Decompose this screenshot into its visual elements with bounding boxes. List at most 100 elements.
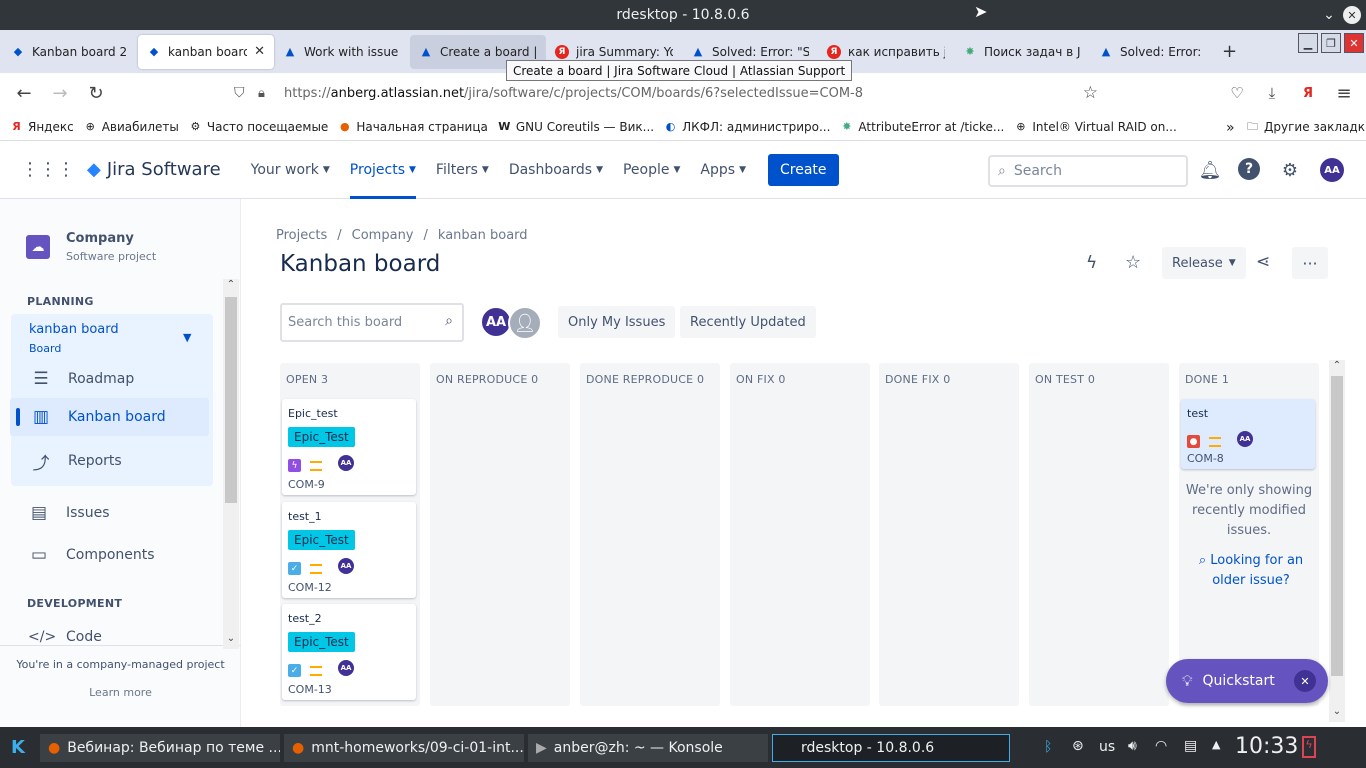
hamburger-menu-icon[interactable]: ≡ (1332, 81, 1356, 105)
breadcrumb-board[interactable]: kanban board (438, 228, 528, 243)
breadcrumb-projects[interactable]: Projects (276, 228, 327, 243)
minimize-icon[interactable]: ▁ (1298, 33, 1318, 53)
browser-tab-active[interactable]: ◆ kanban board ✕ (138, 34, 274, 69)
profile-avatar[interactable]: AA (1320, 158, 1344, 182)
quickstart-button[interactable]: 💡︎ Quickstart ✕ (1166, 659, 1328, 703)
chevron-down-icon: ▼ (596, 164, 603, 175)
bluetooth-icon[interactable]: ᛒ (1044, 739, 1052, 755)
sidebar-item-roadmap[interactable]: ☰ Roadmap (10, 360, 209, 398)
clipboard-icon[interactable]: ▤ (1184, 738, 1197, 754)
other-bookmarks[interactable]: 🗀︎ Другие закладки (1246, 120, 1366, 135)
bookmark[interactable]: ◐ ЛКФЛ: администриро... (664, 120, 831, 134)
bookmark[interactable]: W GNU Coreutils — Вик... (498, 120, 654, 134)
keyboard-layout[interactable]: us (1099, 739, 1115, 755)
sidebar-item-reports[interactable]: ⤴ Reports (10, 442, 209, 480)
board-search-input[interactable]: Search this board ⌕ (280, 303, 464, 342)
chevron-down-icon[interactable]: ⌄ (1319, 5, 1339, 25)
bookmark[interactable]: ⊕ Intel® Virtual RAID on... (1014, 120, 1177, 134)
taskbar-item[interactable]: ● mnt-homeworks/09-ci-01-int... (284, 733, 524, 762)
release-button[interactable]: Release ▼ (1162, 247, 1246, 279)
app-switcher-icon[interactable]: ⋮⋮⋮ (21, 159, 75, 180)
browser-tab[interactable]: ✸ Поиск задач в JIF (954, 35, 1090, 69)
bookmark[interactable]: ⊕ Авиабилеты (84, 120, 179, 134)
chevron-down-icon[interactable]: ⌄ (1329, 706, 1345, 717)
browser-tab[interactable]: ▲Work with issue w (274, 35, 410, 69)
share-icon[interactable]: ⋖ (1256, 252, 1270, 272)
sidebar-item-components[interactable]: ▭ Components (0, 536, 199, 574)
chevron-up-icon[interactable]: ⌃ (223, 279, 239, 290)
taskbar-item[interactable]: ● Вебинар: Вебинар по теме ... (40, 733, 280, 762)
settings-gear-icon[interactable]: ⚙ (1278, 158, 1302, 182)
sidebar-scrollbar[interactable]: ⌃ ⌄ (223, 279, 239, 649)
board-switcher[interactable]: kanban board (29, 322, 119, 337)
kde-launcher-icon[interactable]: K (0, 737, 36, 758)
close-window-icon[interactable]: ✕ (1344, 33, 1364, 53)
recently-updated-filter[interactable]: Recently Updated (680, 306, 816, 338)
breadcrumb-company[interactable]: Company (352, 228, 414, 243)
reload-icon[interactable]: ↻ (84, 81, 108, 105)
taskbar-item[interactable]: ▶ anber@zh: ~ — Konsole (528, 733, 768, 762)
sidebar-item-code[interactable]: </> Code (0, 618, 199, 656)
older-issue-link[interactable]: ⌕ Looking for an older issue? (1183, 551, 1319, 591)
sidebar-item-issues[interactable]: ▤ Issues (0, 494, 199, 532)
notifications-icon[interactable]: 🔔︎ (1198, 158, 1222, 182)
scrollbar-thumb[interactable] (225, 297, 237, 503)
bookmark[interactable]: ✸ AttributeError at /ticke... (840, 120, 1004, 134)
new-tab-button[interactable]: + (1222, 41, 1237, 62)
updates-icon[interactable]: ⊛ (1072, 738, 1084, 754)
automation-bolt-icon[interactable]: ϟ (1086, 253, 1097, 273)
unassigned-avatar-icon[interactable]: 👤︎ (508, 306, 542, 340)
chevron-down-icon[interactable]: ▼ (183, 331, 191, 344)
bookmark[interactable]: Я Яндекс (10, 120, 73, 134)
nav-apps[interactable]: Apps ▼ (700, 141, 746, 199)
download-icon[interactable]: ⤓ (1260, 81, 1284, 105)
tray-expand-icon[interactable]: ▲ (1212, 738, 1220, 751)
close-tab-icon[interactable]: ✕ (254, 44, 265, 59)
close-icon[interactable]: ✕ (1294, 670, 1316, 692)
maximize-icon[interactable]: ❐ (1321, 33, 1341, 53)
volume-icon[interactable]: 🔊︎ (1128, 738, 1137, 754)
chevron-up-icon[interactable]: ⌃ (1329, 360, 1345, 371)
issue-card[interactable]: test_1 Epic_Test ✓ AA COM-12 (282, 502, 416, 598)
gear-icon: ⚙ (190, 120, 201, 133)
sidebar-item-kanban-board[interactable]: ▥ Kanban board (10, 398, 209, 436)
back-arrow-icon[interactable]: ← (12, 81, 36, 105)
forward-arrow-icon[interactable]: → (48, 81, 72, 105)
issue-card[interactable]: Epic_test Epic_Test ϟ AA COM-9 (282, 399, 416, 495)
board-scrollbar[interactable]: ⌃ ⌄ (1329, 360, 1345, 722)
help-icon[interactable]: ? (1238, 158, 1260, 180)
learn-more-link[interactable]: Learn more (0, 686, 241, 699)
pocket-icon[interactable]: ♡ (1225, 81, 1249, 105)
star-bookmark-icon[interactable]: ☆ (1083, 83, 1098, 103)
more-options-icon[interactable]: ··· (1292, 247, 1328, 279)
close-icon[interactable]: ✕ (1343, 6, 1361, 24)
bookmark[interactable]: ● Начальная страница (338, 120, 488, 134)
browser-tab[interactable]: ▲Solved: Error: "Su (1090, 35, 1214, 69)
nav-filters[interactable]: Filters ▼ (436, 141, 489, 199)
yandex-extension-icon[interactable]: Я (1296, 81, 1320, 105)
board-column-open: OPEN 3 Epic_test Epic_Test ϟ AA COM-9 te… (280, 363, 420, 706)
nav-dashboards[interactable]: Dashboards ▼ (509, 141, 603, 199)
only-my-issues-filter[interactable]: Only My Issues (558, 306, 676, 338)
search-input[interactable]: ⌕ Search (988, 155, 1188, 187)
jira-logo[interactable]: ◆ Jira Software (87, 159, 221, 180)
scrollbar-thumb[interactable] (1331, 376, 1343, 676)
clock[interactable]: 10:33 (1235, 734, 1298, 759)
lock-icon: 🔒︎ (258, 85, 265, 101)
battery-icon[interactable]: ϟ (1302, 736, 1316, 758)
browser-tab[interactable]: ◆ Kanban board 2 - (2, 35, 138, 69)
more-bookmarks-icon[interactable]: » (1226, 120, 1235, 136)
nav-your-work[interactable]: Your work ▼ (251, 141, 330, 199)
issue-card[interactable]: test_2 Epic_Test ✓ AA COM-13 (282, 604, 416, 700)
chevron-down-icon[interactable]: ⌄ (223, 633, 239, 644)
nav-people[interactable]: People ▼ (623, 141, 680, 199)
taskbar-item-active[interactable]: rdesktop - 10.8.0.6 (772, 733, 1010, 762)
create-button[interactable]: Create (768, 153, 839, 186)
star-icon[interactable]: ☆ (1125, 252, 1141, 273)
url-bar[interactable]: ⛉ 🔒︎ https://anberg.atlassian.net/jira/s… (226, 78, 1106, 108)
issue-card-selected[interactable]: test ● AA COM-8 (1181, 399, 1315, 469)
nav-projects[interactable]: Projects ▼ (349, 141, 417, 199)
bookmark[interactable]: ⚙ Часто посещаемые (189, 120, 328, 134)
wifi-icon[interactable]: ◠ (1155, 738, 1167, 754)
site-icon: ✸ (965, 45, 975, 58)
